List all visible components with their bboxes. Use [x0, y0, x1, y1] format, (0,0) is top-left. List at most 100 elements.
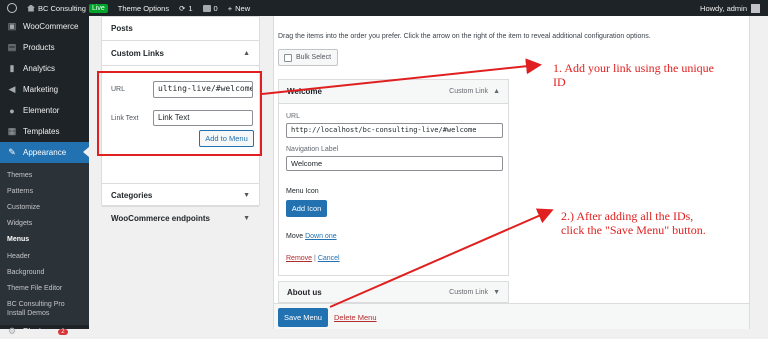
posts-section[interactable]: Posts [102, 17, 259, 41]
custom-link-text-input[interactable]: Link Text [153, 110, 253, 126]
sidebar-item-label: Templates [23, 127, 60, 136]
woocommerce-endpoints-section[interactable]: WooCommerce endpoints ▼ [102, 207, 259, 230]
site-name-menu[interactable]: BC Consulting Live [22, 0, 113, 16]
sidebar-item-label: Marketing [23, 85, 59, 94]
my-account-menu[interactable]: Howdy, admin [700, 3, 768, 13]
submenu-patterns[interactable]: Patterns [0, 183, 89, 199]
sidebar-item-woocommerce[interactable]: ▣ WooCommerce [0, 16, 89, 37]
sidebar-item-plugins[interactable]: ⚙ Plugins 2 [0, 325, 89, 339]
link-text-label: Link Text [111, 115, 139, 122]
sidebar-item-label: WooCommerce [23, 22, 79, 31]
menu-item-settings: URL http://localhost/bc-consulting-live/… [279, 104, 508, 276]
bulk-select-button[interactable]: Bulk Select [278, 49, 338, 66]
menu-item-about-us: About us Custom Link ▼ [278, 281, 509, 303]
plugins-badge: 2 [58, 328, 68, 335]
sidebar-item-label: Analytics [23, 64, 56, 73]
categories-title: Categories [111, 190, 153, 200]
remove-link[interactable]: Remove [286, 255, 312, 262]
plugins-icon: ⚙ [7, 326, 17, 336]
avatar [751, 3, 760, 13]
menu-icon-label: Menu Icon [286, 188, 319, 195]
sidebar-item-analytics[interactable]: ▮ Analytics [0, 58, 89, 79]
submenu-bc-consulting-pro[interactable]: BC Consulting Pro Install Demos [0, 297, 89, 321]
save-menu-button[interactable]: Save Menu [278, 308, 328, 327]
add-menu-items-panel: Posts Custom Links ▲ URL ulting-live/#we… [101, 16, 260, 223]
url-label: URL [111, 86, 126, 93]
comments-count: 0 [213, 3, 218, 13]
submenu-widgets[interactable]: Widgets [0, 216, 89, 232]
item-url-label: URL [286, 113, 301, 120]
separator: | [314, 255, 316, 262]
howdy-text: Howdy, admin [700, 3, 747, 13]
move-down-link[interactable]: Down one [305, 233, 337, 240]
elementor-icon: ● [9, 105, 15, 116]
woo-endpoints-title: WooCommerce endpoints [111, 214, 210, 223]
appearance-icon: ✎ [8, 147, 16, 157]
sidebar-item-templates[interactable]: ▦ Templates [0, 121, 89, 142]
sidebar-item-marketing[interactable]: ◀ Marketing [0, 79, 89, 100]
menu-footer-bar: Save Menu Delete Menu [274, 303, 749, 329]
marketing-icon: ◀ [8, 84, 16, 94]
annotation-line: 2.) After adding all the IDs, [561, 209, 694, 223]
sidebar-item-products[interactable]: ▤ Products [0, 37, 89, 58]
menu-item-welcome: Welcome Custom Link ▲ URL http://localhos… [278, 79, 509, 276]
bulk-select-label: Bulk Select [296, 54, 332, 61]
move-row: Move Down one [286, 233, 337, 240]
live-badge: Live [88, 3, 108, 13]
updates-count: 1 [188, 3, 193, 13]
templates-icon: ▦ [7, 126, 17, 136]
custom-link-url-input[interactable]: ulting-live/#welcome [153, 81, 253, 98]
comment-icon [202, 4, 211, 12]
wordpress-icon [7, 3, 17, 13]
caret-down-icon[interactable]: ▼ [243, 215, 250, 222]
add-to-menu-button[interactable]: Add to Menu [199, 130, 254, 147]
checkbox-icon [284, 53, 292, 62]
sidebar-item-label: Plugins [23, 327, 50, 336]
categories-section[interactable]: Categories ▼ [102, 184, 259, 207]
annotation-step-2: 2.) After adding all the IDs, click the … [561, 209, 706, 237]
sidebar-item-elementor[interactable]: ● Elementor [0, 100, 89, 121]
admin-bar: BC Consulting Live Theme Options ⟳ 1 0 +… [0, 0, 768, 16]
custom-links-section-header[interactable]: Custom Links ▲ [102, 41, 259, 66]
caret-up-icon[interactable]: ▲ [493, 88, 500, 95]
updates-icon: ⟳ [179, 3, 186, 13]
menu-instructions: Drag the items into the order you prefer… [278, 33, 651, 40]
sidebar-item-appearance[interactable]: ✎ Appearance [0, 142, 89, 163]
menu-item-type: Custom Link ▲ [449, 88, 500, 95]
custom-links-body: URL ulting-live/#welcome Link Text Link … [102, 66, 259, 184]
menu-item-handle[interactable]: Welcome Custom Link ▲ [279, 80, 508, 104]
add-icon-button[interactable]: Add Icon [286, 200, 327, 217]
submenu-header[interactable]: Header [0, 248, 89, 264]
sidebar-item-label: Elementor [23, 106, 60, 115]
admin-sidebar: ▣ WooCommerce ▤ Products ▮ Analytics ◀ Marke… [0, 16, 89, 336]
comments-link[interactable]: 0 [198, 0, 223, 16]
plus-icon: + [227, 3, 233, 13]
new-content-menu[interactable]: + New [223, 0, 255, 16]
new-label: New [235, 3, 251, 13]
sidebar-item-label: Appearance [23, 148, 67, 157]
theme-options-label: Theme Options [117, 3, 170, 13]
menu-item-type-label: Custom Link [449, 88, 489, 95]
products-icon: ▤ [7, 42, 17, 52]
submenu-themes[interactable]: Themes [0, 167, 89, 183]
item-url-input[interactable]: http://localhost/bc-consulting-live/#wel… [286, 123, 503, 138]
submenu-menus[interactable]: Menus [0, 232, 89, 248]
caret-down-icon[interactable]: ▼ [243, 192, 250, 199]
updates-link[interactable]: ⟳ 1 [174, 0, 197, 16]
theme-options-link[interactable]: Theme Options [113, 0, 174, 16]
menu-item-title: About us [287, 287, 322, 297]
cancel-link[interactable]: Cancel [318, 255, 340, 262]
woo-icon: ▣ [7, 21, 17, 31]
wp-logo-menu[interactable] [0, 0, 22, 16]
submenu-background[interactable]: Background [0, 264, 89, 280]
caret-up-icon[interactable]: ▲ [243, 50, 250, 57]
menu-item-handle[interactable]: About us Custom Link ▼ [279, 282, 508, 302]
item-actions: Remove | Cancel [286, 255, 340, 262]
custom-links-title: Custom Links [111, 48, 164, 58]
caret-down-icon[interactable]: ▼ [493, 289, 500, 296]
nav-label-input[interactable]: Welcome [286, 156, 503, 171]
submenu-customize[interactable]: Customize [0, 199, 89, 215]
submenu-theme-file-editor[interactable]: Theme File Editor [0, 280, 89, 296]
delete-menu-link[interactable]: Delete Menu [334, 313, 377, 322]
submenu-line: Install Demos [7, 309, 50, 317]
